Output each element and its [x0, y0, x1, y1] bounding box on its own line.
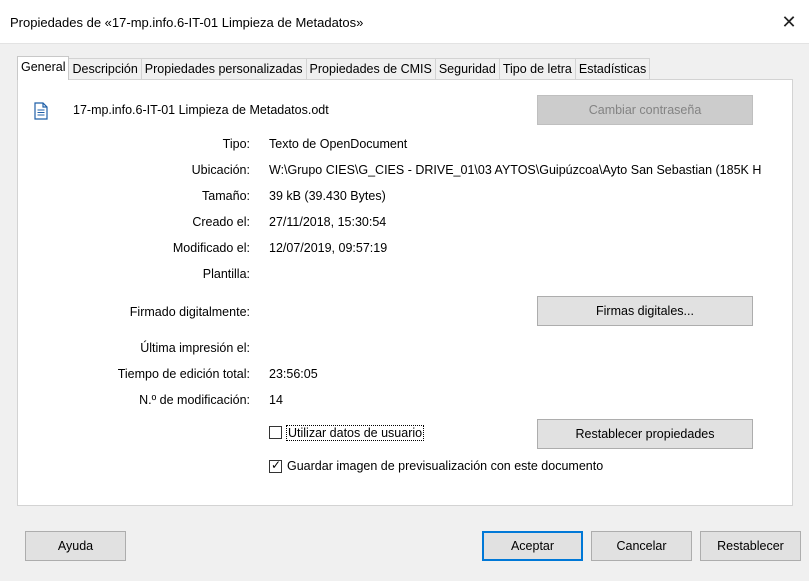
- tab-custom-properties[interactable]: Propiedades personalizadas: [140, 58, 307, 79]
- save-preview-checkbox[interactable]: ✓: [269, 458, 282, 473]
- save-preview-label[interactable]: Guardar imagen de previsualización con e…: [287, 459, 603, 473]
- revision-label: N.º de modificación:: [139, 393, 250, 407]
- created-value: 27/11/2018, 15:30:54: [269, 215, 387, 229]
- window-title: Propiedades de «17-mp.info.6-IT-01 Limpi…: [10, 15, 364, 30]
- signed-label: Firmado digitalmente:: [129, 305, 250, 319]
- location-value: W:\Grupo CIES\G_CIES - DRIVE_01\03 AYTOS…: [269, 163, 762, 177]
- size-value: 39 kB (39.430 Bytes): [269, 189, 386, 203]
- modified-value: 12/07/2019, 09:57:19: [269, 241, 388, 255]
- reset-properties-button[interactable]: Restablecer propiedades: [537, 419, 753, 449]
- edit-time-value: 23:56:05: [269, 367, 318, 381]
- cancel-button[interactable]: Cancelar: [591, 531, 692, 561]
- tab-statistics[interactable]: Estadísticas: [574, 58, 651, 79]
- dialog-footer: Ayuda Aceptar Cancelar Restablecer: [0, 518, 809, 581]
- tab-general[interactable]: General: [17, 56, 70, 80]
- document-icon: [34, 102, 48, 123]
- close-button[interactable]: ✕: [769, 0, 809, 44]
- modified-label: Modificado el:: [172, 241, 250, 255]
- revision-value: 14: [269, 393, 283, 407]
- location-label: Ubicación:: [191, 163, 250, 177]
- last-print-label: Última impresión el:: [140, 341, 250, 355]
- tab-security[interactable]: Seguridad: [434, 58, 500, 79]
- use-user-data-checkbox[interactable]: [269, 426, 282, 439]
- change-password-button[interactable]: Cambiar contraseña: [537, 95, 753, 125]
- reset-button[interactable]: Restablecer: [700, 531, 801, 561]
- help-button[interactable]: Ayuda: [25, 531, 126, 561]
- tab-description[interactable]: Descripción: [68, 58, 142, 79]
- title-bar: Propiedades de «17-mp.info.6-IT-01 Limpi…: [0, 0, 809, 44]
- created-label: Creado el:: [192, 215, 250, 229]
- use-user-data-label[interactable]: Utilizar datos de usuario: [286, 425, 425, 441]
- tab-font[interactable]: Tipo de letra: [498, 58, 576, 79]
- checkmark-icon: ✓: [271, 458, 282, 472]
- type-value: Texto de OpenDocument: [269, 137, 408, 151]
- file-name: 17-mp.info.6-IT-01 Limpieza de Metadatos…: [73, 103, 329, 117]
- ok-button[interactable]: Aceptar: [482, 531, 583, 561]
- type-label: Tipo:: [222, 137, 250, 151]
- digital-signatures-button[interactable]: Firmas digitales...: [537, 296, 753, 326]
- template-label: Plantilla:: [202, 267, 250, 281]
- close-icon: ✕: [781, 11, 797, 32]
- tab-bar: General Descripción Propiedades personal…: [17, 56, 651, 80]
- tab-cmis-properties[interactable]: Propiedades de CMIS: [305, 58, 436, 79]
- edit-time-label: Tiempo de edición total:: [117, 367, 250, 381]
- size-label: Tamaño:: [202, 189, 250, 203]
